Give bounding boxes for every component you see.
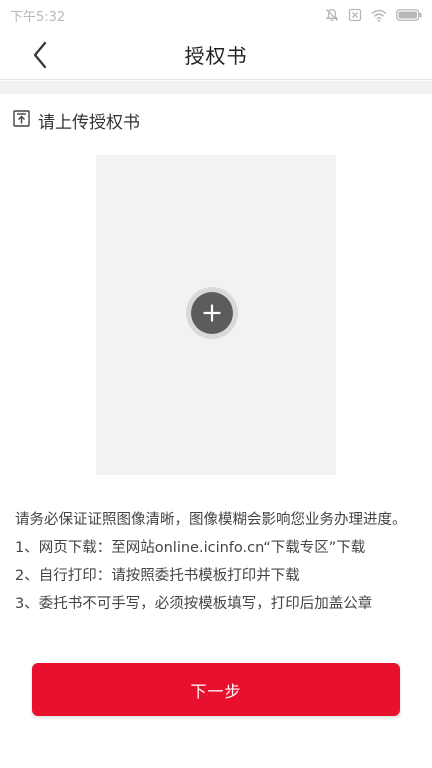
add-photo-button[interactable] bbox=[186, 287, 238, 339]
instructions-step-2: 2、自行打印：请按照委托书模板打印并下载 bbox=[15, 568, 300, 584]
page-title: 授权书 bbox=[184, 44, 248, 68]
section-title: 请上传授权书 bbox=[38, 112, 140, 133]
add-button-inner bbox=[191, 292, 233, 334]
section-divider bbox=[0, 81, 432, 94]
battery-icon bbox=[396, 9, 422, 21]
status-time: 下午5:32 bbox=[10, 9, 66, 25]
chevron-left-icon bbox=[33, 41, 47, 69]
screen: 下午5:32 授权书 请上传授权书 请务必保证证照图像清晰，图像模糊会影响您业务… bbox=[0, 0, 432, 768]
upload-icon bbox=[13, 109, 30, 131]
status-bar: 下午5:32 bbox=[0, 0, 432, 30]
dnd-icon bbox=[325, 8, 339, 22]
status-icons bbox=[325, 8, 422, 22]
instructions: 请务必保证证照图像清晰，图像模糊会影响您业务办理进度。 1、网页下载：至网站on… bbox=[15, 506, 425, 618]
wifi-icon bbox=[371, 9, 387, 22]
navigation-bar: 授权书 bbox=[0, 30, 432, 80]
back-button[interactable] bbox=[26, 39, 54, 71]
upload-area[interactable] bbox=[96, 155, 336, 475]
section-header: 请上传授权书 bbox=[13, 108, 140, 133]
plus-icon bbox=[203, 304, 221, 322]
instructions-notice: 请务必保证证照图像清晰，图像模糊会影响您业务办理进度。 bbox=[15, 512, 407, 528]
instructions-step-1: 1、网页下载：至网站online.icinfo.cn“下载专区”下载 bbox=[15, 540, 366, 556]
sim-icon bbox=[348, 8, 362, 22]
next-step-button[interactable]: 下一步 bbox=[32, 663, 400, 716]
instructions-step-3: 3、委托书不可手写，必须按模板填写，打印后加盖公章 bbox=[15, 596, 373, 612]
